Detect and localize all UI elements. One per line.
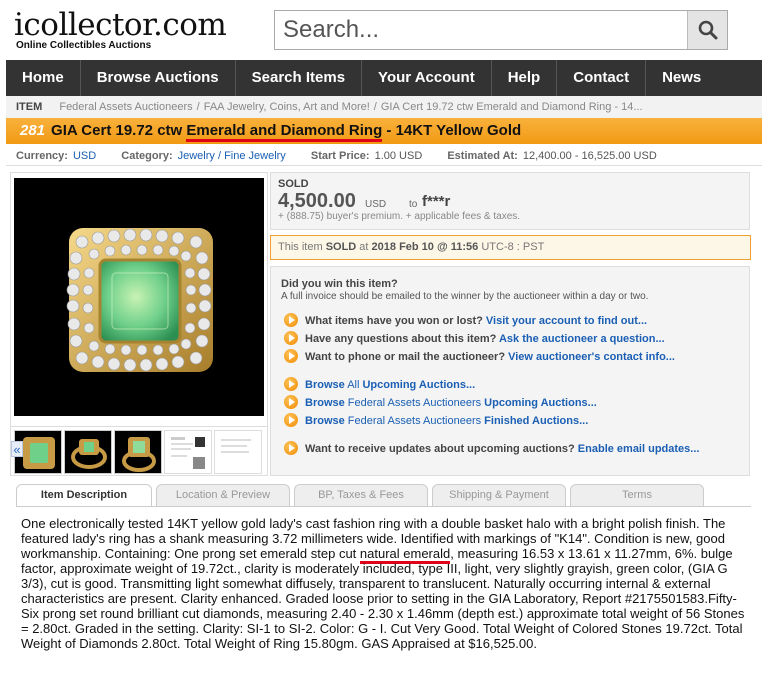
currency-label: Currency: [16, 150, 68, 162]
arrow-circle-icon [284, 377, 298, 391]
ask-auctioneer-link[interactable]: Ask the auctioneer a question... [499, 333, 665, 345]
browse-faa-finished-row: Browse Federal Assets Auctioneers Finish… [284, 413, 588, 427]
lot-title-bar: 281 GIA Cert 19.72 ctw Emerald and Diamon… [6, 118, 762, 144]
sold-note-at: at [356, 241, 372, 253]
tab-bp-taxes-fees[interactable]: BP, Taxes & Fees [294, 484, 428, 506]
browse-all-upcoming-link[interactable]: Browse All Upcoming Auctions... [305, 379, 475, 391]
breadcrumb-auctioneer[interactable]: Federal Assets Auctioneers [59, 101, 192, 113]
sold-amount: 4,500.00 [278, 190, 356, 212]
arrow-circle-icon [284, 395, 298, 409]
currency-value[interactable]: USD [73, 150, 96, 162]
visit-account-link[interactable]: Visit your account to find out... [486, 315, 647, 327]
thumbnail-5[interactable] [214, 430, 262, 474]
image-gallery: « [10, 172, 268, 476]
description-post: , measuring 16.53 x 13.61 x 11.27mm, 6%.… [21, 546, 745, 651]
category-label: Category: [121, 150, 173, 162]
arrow-circle-icon [284, 349, 298, 363]
tab-shipping-payment[interactable]: Shipping & Payment [432, 484, 566, 506]
lot-title-post: - 14KT Yellow Gold [382, 122, 522, 139]
breadcrumb-auction[interactable]: FAA Jewelry, Coins, Art and More! [204, 101, 370, 113]
nav-news[interactable]: News [646, 60, 717, 96]
search-input[interactable] [275, 11, 687, 49]
questions-prompt: Have any questions about this item? [305, 333, 499, 345]
sold-currency: USD [365, 199, 387, 210]
email-updates-row: Want to receive updates about upcoming a… [284, 441, 699, 455]
win-question: Did you win this item? [281, 278, 398, 290]
lot-number: 281 [20, 122, 46, 139]
nav-home[interactable]: Home [6, 60, 81, 96]
ring-image [14, 178, 264, 416]
contact-info-row: Want to phone or mail the auctioneer? Vi… [284, 349, 675, 363]
arrow-circle-icon [284, 441, 298, 455]
breadcrumb-separator: / [373, 101, 377, 113]
sold-note-date: 2018 Feb 10 @ 11:56 [371, 241, 479, 253]
thumbnail-4[interactable] [164, 430, 212, 474]
buyer-info-box: Did you win this item? A full invoice sh… [270, 266, 750, 476]
category-link[interactable]: Jewelry / Fine Jewelry [178, 150, 286, 162]
breadcrumb-label: ITEM [16, 101, 43, 113]
win-answer: A full invoice should be emailed to the … [281, 291, 649, 302]
lot-title-pre: GIA Cert 19.72 ctw [51, 122, 187, 139]
sold-date-notice: This item SOLD at 2018 Feb 10 @ 11:56 UT… [270, 235, 751, 260]
search-icon [698, 20, 717, 40]
tab-terms[interactable]: Terms [570, 484, 704, 506]
lot-info-row: Currency: USD Category: Jewelry / Fine Jew… [6, 146, 762, 166]
nav-contact[interactable]: Contact [557, 60, 647, 96]
browse-faa-finished-link[interactable]: Browse Federal Assets Auctioneers Finish… [305, 415, 588, 427]
nav-search-items[interactable]: Search Items [236, 60, 363, 96]
tab-location-preview[interactable]: Location & Preview [156, 484, 290, 506]
winning-bidder: f***r [422, 193, 451, 210]
search-box [274, 10, 728, 50]
lot-title-highlight: Emerald and Diamond Ring [186, 122, 383, 142]
lot-title: GIA Cert 19.72 ctw Emerald and Diamond R… [51, 122, 521, 142]
start-price-value: 1.00 USD [374, 150, 423, 162]
arrow-circle-icon [284, 413, 298, 427]
arrow-circle-icon [284, 313, 298, 327]
estimate-value: 12,400.00 - 16,525.00 USD [522, 150, 657, 162]
browse-faa-upcoming-link[interactable]: Browse Federal Assets Auctioneers Upcomi… [305, 397, 597, 409]
estimate-label: Estimated At: [447, 150, 518, 162]
breadcrumb: ITEM Federal Assets Auctioneers / FAA Jewe… [6, 96, 762, 118]
thumbnail-3[interactable] [114, 430, 162, 474]
sold-price-box: SOLD 4,500.00 USD to f***r + (888.75) bu… [270, 172, 750, 230]
account-question: What items have you won or lost? [305, 315, 486, 327]
item-tabs: Item Description Location & Preview BP, … [16, 484, 716, 507]
item-description: One electronically tested 14KT yellow go… [21, 516, 749, 651]
search-button[interactable] [687, 11, 727, 49]
nav-browse-auctions[interactable]: Browse Auctions [81, 60, 236, 96]
account-link-row: What items have you won or lost? Visit y… [284, 313, 647, 327]
breadcrumb-separator: / [196, 101, 200, 113]
buyers-premium-note: + (888.75) buyer's premium. + applicable… [278, 211, 521, 222]
sold-note-pre: This item [278, 241, 326, 253]
auctioneer-contact-link[interactable]: View auctioneer's contact info... [508, 351, 675, 363]
site-logo[interactable]: icollector.com [14, 8, 227, 42]
breadcrumb-item: GIA Cert 19.72 ctw Emerald and Diamond R… [380, 101, 643, 113]
ask-question-row: Have any questions about this item? Ask … [284, 331, 665, 345]
sold-note-sold: SOLD [325, 241, 357, 253]
nav-help[interactable]: Help [492, 60, 558, 96]
site-tagline: Online Collectibles Auctions [16, 40, 152, 51]
start-price-label: Start Price: [310, 150, 370, 162]
tab-item-description[interactable]: Item Description [16, 484, 152, 507]
chevron-left-icon: « [13, 442, 21, 457]
arrow-circle-icon [284, 331, 298, 345]
site-header: icollector.com Online Collectibles Aucti… [0, 0, 762, 60]
browse-faa-upcoming-row: Browse Federal Assets Auctioneers Upcomi… [284, 395, 597, 409]
updates-prompt: Want to receive updates about upcoming a… [305, 443, 578, 455]
main-nav: Home Browse Auctions Search Items Your A… [6, 60, 762, 96]
sold-to-label: to [409, 199, 418, 210]
enable-email-updates-link[interactable]: Enable email updates... [578, 443, 700, 455]
thumbnail-2[interactable] [64, 430, 112, 474]
nav-your-account[interactable]: Your Account [362, 60, 492, 96]
contact-prompt: Want to phone or mail the auctioneer? [305, 351, 509, 363]
thumbnail-prev-button[interactable]: « [11, 441, 23, 457]
thumbnail-strip [11, 426, 267, 474]
sold-note-tz: UTC-8 : PST [478, 241, 545, 253]
main-item-image[interactable] [14, 178, 264, 416]
browse-all-upcoming-row: Browse All Upcoming Auctions... [284, 377, 475, 391]
sold-label: SOLD [278, 178, 309, 190]
tab-divider [16, 506, 751, 507]
